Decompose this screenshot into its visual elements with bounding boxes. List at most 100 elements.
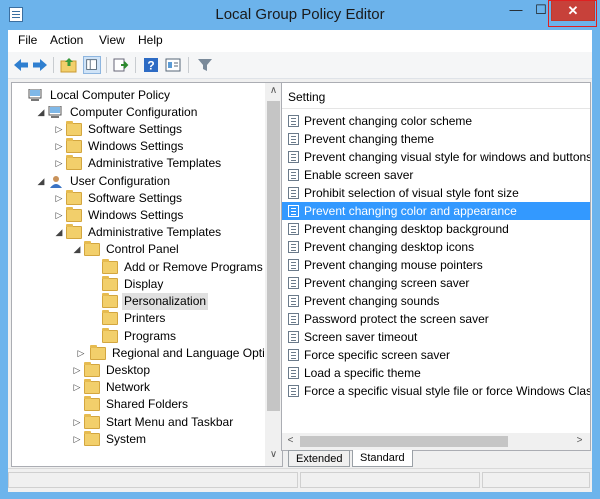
selected-node-label: Personalization xyxy=(122,293,209,310)
policy-setting-icon xyxy=(288,331,299,343)
folder-icon xyxy=(90,345,106,360)
setting-row-selected[interactable]: Prevent changing color and appearance xyxy=(282,202,590,220)
status-cell xyxy=(300,472,480,488)
folder-icon xyxy=(66,121,82,136)
expand-toggle[interactable]: ▷ xyxy=(54,155,64,172)
maximize-button[interactable]: ☐ xyxy=(530,0,552,22)
scroll-left-arrow[interactable]: < xyxy=(282,435,299,446)
policy-setting-icon xyxy=(288,367,299,379)
policy-setting-icon xyxy=(288,259,299,271)
setting-row[interactable]: Prevent changing theme xyxy=(282,130,590,148)
toolbar-separator xyxy=(135,57,136,73)
content-area: Local Computer Policy ◢ Computer Configu… xyxy=(8,79,592,468)
policy-setting-icon xyxy=(288,187,299,199)
setting-row[interactable]: Screen saver timeout xyxy=(282,328,590,346)
policy-setting-icon xyxy=(288,241,299,253)
menu-help[interactable]: Help xyxy=(138,33,163,47)
setting-column-header[interactable]: Setting xyxy=(282,83,590,109)
collapse-toggle[interactable]: ◢ xyxy=(72,241,82,258)
menu-file[interactable]: File xyxy=(18,33,37,47)
scroll-right-arrow[interactable]: > xyxy=(571,435,588,446)
expand-toggle[interactable]: ▷ xyxy=(72,362,82,379)
scroll-down-arrow[interactable]: ∨ xyxy=(265,449,282,460)
minimize-button[interactable]: — xyxy=(503,0,529,22)
scroll-thumb[interactable] xyxy=(300,436,508,447)
setting-row[interactable]: Prevent changing color scheme xyxy=(282,112,590,130)
folder-icon xyxy=(84,396,100,411)
folder-icon xyxy=(84,414,100,429)
tree-pane[interactable]: Local Computer Policy ◢ Computer Configu… xyxy=(11,82,283,467)
setting-row[interactable]: Prevent changing desktop background xyxy=(282,220,590,238)
expand-toggle[interactable]: ▷ xyxy=(72,431,82,448)
policy-setting-icon xyxy=(288,349,299,361)
folder-icon xyxy=(66,190,82,205)
forward-arrow-icon[interactable] xyxy=(31,56,49,74)
tab-extended[interactable]: Extended xyxy=(288,450,351,467)
expand-toggle[interactable]: ▷ xyxy=(72,379,82,396)
collapse-toggle[interactable]: ◢ xyxy=(36,104,46,121)
menu-view[interactable]: View xyxy=(99,33,125,47)
collapse-toggle[interactable]: ◢ xyxy=(54,224,64,241)
toolbar-separator xyxy=(106,57,107,73)
expand-toggle[interactable]: ▷ xyxy=(54,207,64,224)
settings-list-pane[interactable]: Setting Prevent changing color scheme Pr… xyxy=(281,82,591,451)
setting-row[interactable]: Prevent changing sounds xyxy=(282,292,590,310)
expand-toggle[interactable]: ▷ xyxy=(54,121,64,138)
expand-toggle[interactable]: ▷ xyxy=(54,190,64,207)
policy-setting-icon xyxy=(288,169,299,181)
folder-icon xyxy=(66,138,82,153)
setting-row[interactable]: Prevent changing mouse pointers xyxy=(282,256,590,274)
scroll-thumb[interactable] xyxy=(267,101,280,411)
status-cell xyxy=(482,472,590,488)
toolbar: ? xyxy=(8,52,592,79)
setting-row[interactable]: Prevent changing desktop icons xyxy=(282,238,590,256)
setting-row[interactable]: Password protect the screen saver xyxy=(282,310,590,328)
expand-toggle[interactable]: ▷ xyxy=(72,414,82,431)
title-bar[interactable]: Local Group Policy Editor — ☐ ✕ xyxy=(0,0,600,30)
setting-row[interactable]: Force specific screen saver xyxy=(282,346,590,364)
folder-icon xyxy=(84,431,100,446)
filter-icon[interactable] xyxy=(196,56,214,74)
policy-setting-icon xyxy=(288,313,299,325)
expand-toggle[interactable]: ▷ xyxy=(54,138,64,155)
computer-icon xyxy=(48,106,62,118)
show-hide-tree-icon[interactable] xyxy=(83,56,101,74)
folder-icon xyxy=(102,310,118,325)
folder-icon xyxy=(102,276,118,291)
policy-setting-icon xyxy=(288,277,299,289)
folder-icon xyxy=(102,293,118,308)
up-folder-icon[interactable] xyxy=(60,56,78,74)
menu-action[interactable]: Action xyxy=(50,33,83,47)
folder-icon xyxy=(84,362,100,377)
properties-icon[interactable] xyxy=(164,56,182,74)
setting-row[interactable]: Load a specific theme xyxy=(282,364,590,382)
settings-horizontal-scrollbar[interactable]: < > xyxy=(282,433,590,450)
policy-setting-icon xyxy=(288,151,299,163)
close-button[interactable]: ✕ xyxy=(551,0,595,21)
menu-bar: File Action View Help xyxy=(8,30,592,52)
folder-icon xyxy=(66,224,82,239)
setting-row[interactable]: Enable screen saver xyxy=(282,166,590,184)
computer-policy-icon xyxy=(28,89,42,101)
folder-icon xyxy=(102,328,118,343)
setting-row[interactable]: Prevent changing visual style for window… xyxy=(282,148,590,166)
svg-text:?: ? xyxy=(147,59,154,73)
setting-row[interactable]: Prohibit selection of visual style font … xyxy=(282,184,590,202)
user-icon xyxy=(50,176,62,188)
setting-row[interactable]: Prevent changing screen saver xyxy=(282,274,590,292)
folder-icon xyxy=(84,241,100,256)
expand-toggle[interactable]: ▷ xyxy=(76,345,86,362)
tab-standard[interactable]: Standard xyxy=(352,450,413,467)
policy-setting-icon xyxy=(288,295,299,307)
export-list-icon[interactable] xyxy=(112,56,130,74)
tree-vertical-scrollbar[interactable]: ∧ ∨ xyxy=(265,83,282,466)
view-tabs: Extended Standard xyxy=(288,450,588,468)
folder-icon xyxy=(66,207,82,222)
folder-icon xyxy=(84,379,100,394)
scroll-up-arrow[interactable]: ∧ xyxy=(265,85,282,96)
setting-row[interactable]: Force a specific visual style file or fo… xyxy=(282,382,590,400)
help-icon[interactable]: ? xyxy=(142,56,160,74)
policy-setting-icon xyxy=(288,205,299,217)
collapse-toggle[interactable]: ◢ xyxy=(36,173,46,190)
back-arrow-icon[interactable] xyxy=(12,56,30,74)
